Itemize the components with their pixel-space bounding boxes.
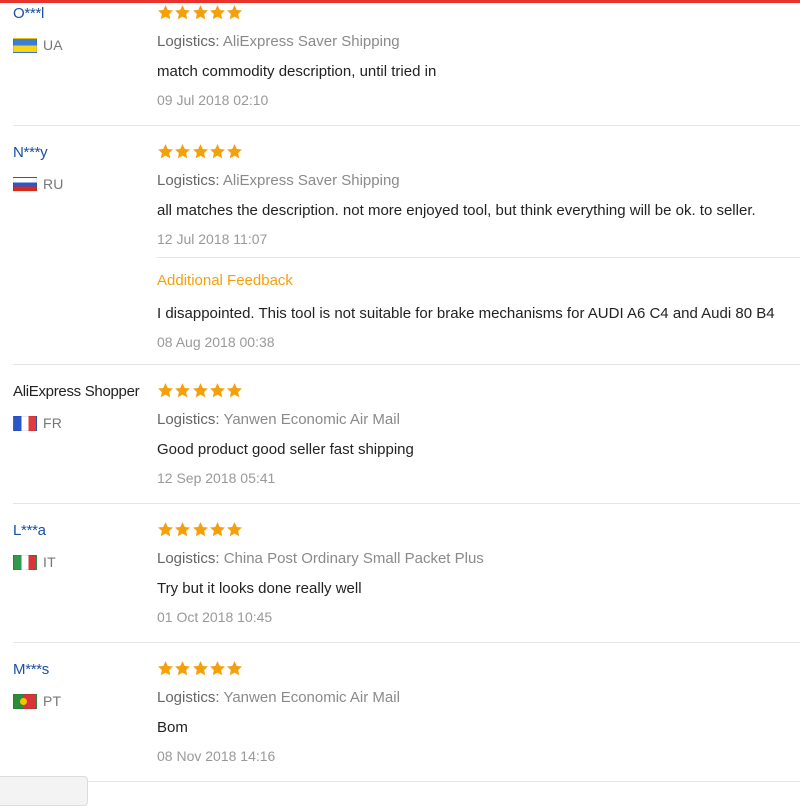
logistics-label: Logistics:	[157, 411, 220, 428]
logistics-value: AliExpress Saver Shipping	[222, 172, 400, 189]
flag-fr-icon	[13, 415, 37, 431]
divider	[157, 257, 800, 258]
star-icon	[158, 383, 173, 398]
star-rating	[157, 521, 243, 541]
star-icon	[227, 144, 243, 159]
country-code: UA	[43, 37, 63, 53]
reviewer-name[interactable]: AliExpress Shopper	[13, 382, 140, 402]
star-icon	[175, 5, 191, 20]
additional-feedback-date: 08 Aug 2018 00:38	[157, 334, 275, 350]
divider	[13, 503, 800, 504]
top-accent-bar	[0, 0, 800, 3]
star-icon	[175, 144, 191, 159]
star-icon	[227, 522, 243, 537]
review-date: 12 Jul 2018 11:07	[157, 231, 268, 247]
star-icon	[227, 383, 243, 398]
star-icon	[192, 661, 208, 676]
pagination-tab[interactable]	[0, 776, 88, 806]
review-text: Bom	[157, 719, 188, 736]
star-icon	[209, 5, 225, 20]
reviewer-name[interactable]: L***a	[13, 521, 46, 541]
divider	[13, 364, 800, 365]
reviewer-country: IT	[13, 553, 56, 571]
divider	[13, 125, 800, 126]
logistics-value: China Post Ordinary Small Packet Plus	[223, 550, 484, 567]
star-rating	[157, 4, 243, 24]
reviewer-country: FR	[13, 414, 62, 432]
reviewer-name[interactable]: M***s	[13, 660, 49, 680]
star-rating	[157, 382, 243, 402]
country-code: PT	[43, 693, 62, 709]
country-code: IT	[43, 554, 56, 570]
star-icon	[192, 5, 208, 20]
country-code: FR	[43, 415, 63, 431]
reviewer-country: UA	[13, 36, 63, 54]
review-text: match commodity description, until tried…	[157, 63, 437, 80]
logistics-value: AliExpress Saver Shipping	[222, 33, 400, 50]
logistics-label: Logistics:	[157, 550, 220, 567]
logistics-value: Yanwen Economic Air Mail	[223, 411, 400, 428]
additional-feedback-text: I disappointed. This tool is not suitabl…	[157, 305, 775, 322]
star-icon	[209, 522, 225, 537]
divider	[13, 781, 800, 782]
star-icon	[175, 661, 191, 676]
reviewer-name[interactable]: O***l	[13, 4, 44, 24]
divider	[13, 642, 800, 643]
star-icon	[192, 144, 208, 159]
flag-pt-icon	[13, 693, 37, 709]
logistics-line: Logistics: China Post Ordinary Small Pac…	[157, 549, 484, 569]
star-icon	[175, 522, 191, 537]
star-icon	[227, 661, 243, 676]
logistics-line: Logistics: AliExpress Saver Shipping	[157, 171, 400, 191]
flag-ru-icon	[13, 176, 37, 192]
reviewer-name[interactable]: N***y	[13, 143, 48, 163]
star-icon	[158, 5, 173, 20]
reviewer-country: PT	[13, 692, 61, 710]
review-date: 08 Nov 2018 14:16	[157, 748, 276, 764]
review-text: all matches the description. not more en…	[157, 202, 756, 219]
star-icon	[192, 522, 208, 537]
flag-it-icon	[13, 554, 37, 570]
star-icon	[175, 383, 191, 398]
logistics-line: Logistics: Yanwen Economic Air Mail	[157, 410, 400, 430]
country-code: RU	[43, 176, 64, 192]
review-text: Try but it looks done really well	[157, 580, 362, 597]
review-date: 09 Jul 2018 02:10	[157, 92, 269, 108]
star-icon	[209, 144, 225, 159]
reviewer-country: RU	[13, 175, 64, 193]
star-icon	[158, 661, 173, 676]
star-icon	[158, 522, 173, 537]
star-icon	[209, 383, 225, 398]
star-icon	[209, 661, 225, 676]
logistics-label: Logistics:	[157, 689, 220, 706]
star-icon	[227, 5, 243, 20]
logistics-value: Yanwen Economic Air Mail	[223, 689, 400, 706]
logistics-label: Logistics:	[157, 33, 220, 50]
logistics-line: Logistics: Yanwen Economic Air Mail	[157, 688, 400, 708]
star-icon	[158, 144, 173, 159]
star-icon	[192, 383, 208, 398]
review-date: 12 Sep 2018 05:41	[157, 470, 276, 486]
star-rating	[157, 143, 243, 163]
additional-feedback-label: Additional Feedback	[157, 272, 293, 289]
flag-ua-icon	[13, 37, 37, 53]
star-rating	[157, 660, 243, 680]
review-text: Good product good seller fast shipping	[157, 441, 414, 458]
review-date: 01 Oct 2018 10:45	[157, 609, 273, 625]
logistics-line: Logistics: AliExpress Saver Shipping	[157, 32, 400, 52]
logistics-label: Logistics:	[157, 172, 220, 189]
